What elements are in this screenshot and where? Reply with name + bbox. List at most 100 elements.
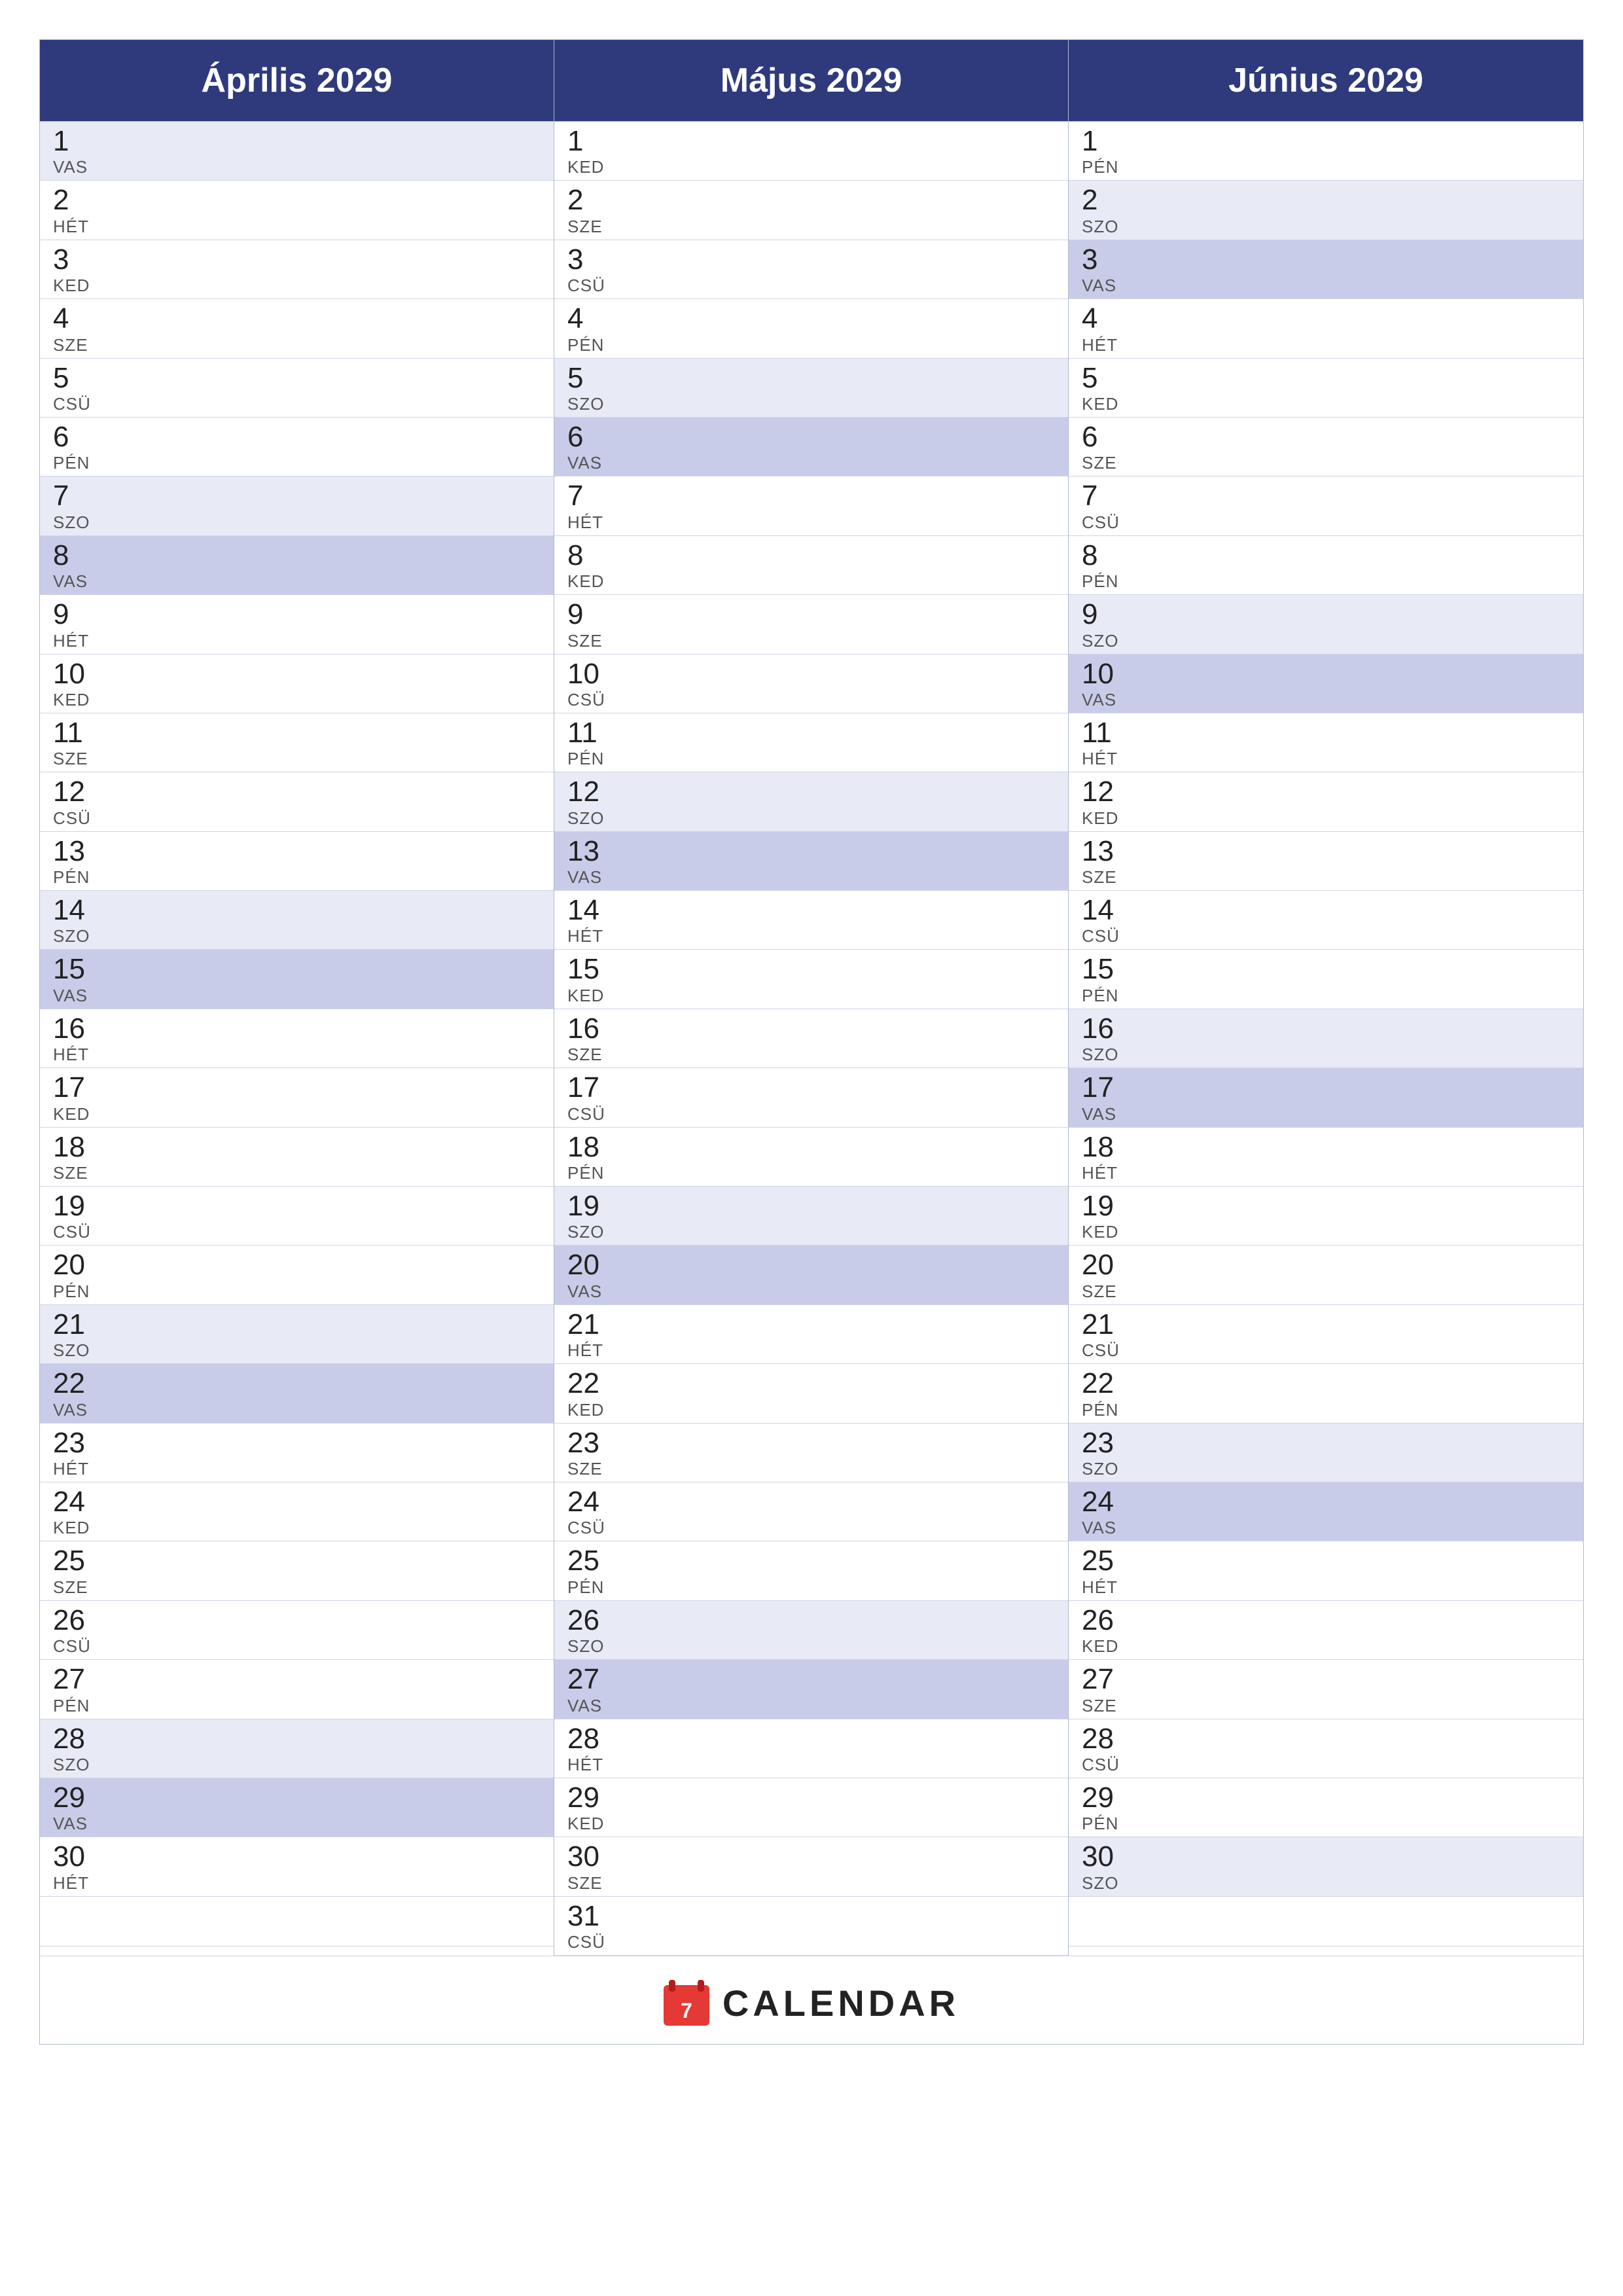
day-row: 26CSÜ	[40, 1601, 554, 1660]
day-abbr: CSÜ	[1082, 512, 1570, 533]
day-number: 22	[567, 1368, 1055, 1399]
day-number: 3	[567, 244, 1055, 276]
day-row: 5KED	[1069, 359, 1583, 418]
day-row: 13PÉN	[40, 832, 554, 891]
day-row: 3KED	[40, 240, 554, 299]
day-row: 27PÉN	[40, 1660, 554, 1719]
day-abbr: CSÜ	[53, 1636, 541, 1657]
day-number: 26	[53, 1605, 541, 1636]
day-abbr: VAS	[1082, 690, 1570, 710]
day-number: 15	[1082, 954, 1570, 985]
day-row: 27SZE	[1069, 1660, 1583, 1719]
day-row: 8PÉN	[1069, 536, 1583, 595]
day-abbr: PÉN	[1082, 986, 1570, 1006]
day-number: 21	[1082, 1309, 1570, 1340]
day-row: 15PÉN	[1069, 950, 1583, 1009]
day-number: 18	[53, 1132, 541, 1163]
day-number: 4	[567, 303, 1055, 334]
day-abbr: SZO	[53, 1755, 541, 1775]
day-abbr: VAS	[567, 1696, 1055, 1716]
day-number: 20	[567, 1249, 1055, 1281]
day-abbr: CSÜ	[53, 394, 541, 414]
day-row: 24VAS	[1069, 1482, 1583, 1541]
day-number: 4	[1082, 303, 1570, 334]
day-abbr: VAS	[53, 157, 541, 177]
day-row: 23HÉT	[40, 1424, 554, 1482]
day-row: 12KED	[1069, 772, 1583, 831]
day-abbr: VAS	[1082, 1104, 1570, 1124]
day-number: 20	[53, 1249, 541, 1281]
day-number: 6	[53, 422, 541, 453]
day-abbr: KED	[567, 986, 1055, 1006]
day-number: 27	[53, 1664, 541, 1695]
day-row: 8KED	[554, 536, 1068, 595]
day-row: 12CSÜ	[40, 772, 554, 831]
day-number: 10	[53, 658, 541, 690]
day-number: 12	[1082, 776, 1570, 808]
day-abbr: KED	[567, 571, 1055, 592]
day-abbr: CSÜ	[53, 808, 541, 829]
day-number: 31	[567, 1901, 1055, 1932]
day-row: 28SZO	[40, 1719, 554, 1778]
day-abbr: SZE	[1082, 867, 1570, 888]
day-number: 21	[53, 1309, 541, 1340]
day-row: 6PÉN	[40, 418, 554, 476]
day-row: 2SZE	[554, 181, 1068, 240]
day-number: 11	[567, 717, 1055, 749]
day-row: 21CSÜ	[1069, 1305, 1583, 1364]
day-number: 13	[53, 836, 541, 867]
day-number: 22	[53, 1368, 541, 1399]
day-row: 16SZO	[1069, 1009, 1583, 1068]
day-abbr: PÉN	[567, 1163, 1055, 1183]
day-number: 1	[567, 126, 1055, 157]
day-abbr: SZO	[567, 808, 1055, 829]
day-row: 16SZE	[554, 1009, 1068, 1068]
day-row: 11HÉT	[1069, 713, 1583, 772]
day-abbr: PÉN	[1082, 1400, 1570, 1420]
day-abbr: SZE	[567, 1459, 1055, 1479]
day-number: 30	[1082, 1841, 1570, 1873]
day-row: 22PÉN	[1069, 1364, 1583, 1423]
day-number: 1	[53, 126, 541, 157]
day-row: 5SZO	[554, 359, 1068, 418]
day-abbr: PÉN	[53, 1282, 541, 1302]
day-abbr: CSÜ	[567, 1932, 1055, 1952]
day-abbr: KED	[1082, 808, 1570, 829]
day-row: 24CSÜ	[554, 1482, 1068, 1541]
day-abbr: KED	[1082, 394, 1570, 414]
day-number: 17	[567, 1072, 1055, 1103]
day-abbr: SZE	[567, 631, 1055, 651]
day-row: 1PÉN	[1069, 122, 1583, 181]
day-abbr: PÉN	[53, 453, 541, 473]
day-row: 7HÉT	[554, 476, 1068, 535]
day-abbr: PÉN	[1082, 571, 1570, 592]
day-number: 5	[567, 363, 1055, 394]
day-number: 5	[53, 363, 541, 394]
day-abbr: CSÜ	[567, 1104, 1055, 1124]
day-row: 11SZE	[40, 713, 554, 772]
day-abbr: CSÜ	[567, 276, 1055, 296]
day-number: 14	[1082, 895, 1570, 926]
day-row: 23SZO	[1069, 1424, 1583, 1482]
day-abbr: HÉT	[567, 1755, 1055, 1775]
day-abbr: CSÜ	[53, 1222, 541, 1242]
day-abbr: CSÜ	[1082, 1340, 1570, 1361]
day-number: 8	[53, 540, 541, 571]
day-number: 30	[53, 1841, 541, 1873]
day-number: 30	[567, 1841, 1055, 1873]
col-1: 1KED2SZE3CSÜ4PÉN5SZO6VAS7HÉT8KED9SZE10CS…	[554, 122, 1069, 1956]
day-abbr: HÉT	[1082, 1577, 1570, 1598]
day-number: 1	[1082, 126, 1570, 157]
day-number: 15	[567, 954, 1055, 985]
day-number: 26	[1082, 1605, 1570, 1636]
day-row: 29VAS	[40, 1778, 554, 1837]
day-number: 25	[1082, 1545, 1570, 1577]
day-row: 6VAS	[554, 418, 1068, 476]
day-row	[1069, 1897, 1583, 1946]
day-abbr: KED	[567, 1400, 1055, 1420]
day-number: 16	[1082, 1013, 1570, 1045]
day-number: 14	[53, 895, 541, 926]
footer: 7 CALENDAR	[40, 1956, 1583, 2044]
day-abbr: HÉT	[53, 1873, 541, 1893]
day-row: 19SZO	[554, 1187, 1068, 1246]
